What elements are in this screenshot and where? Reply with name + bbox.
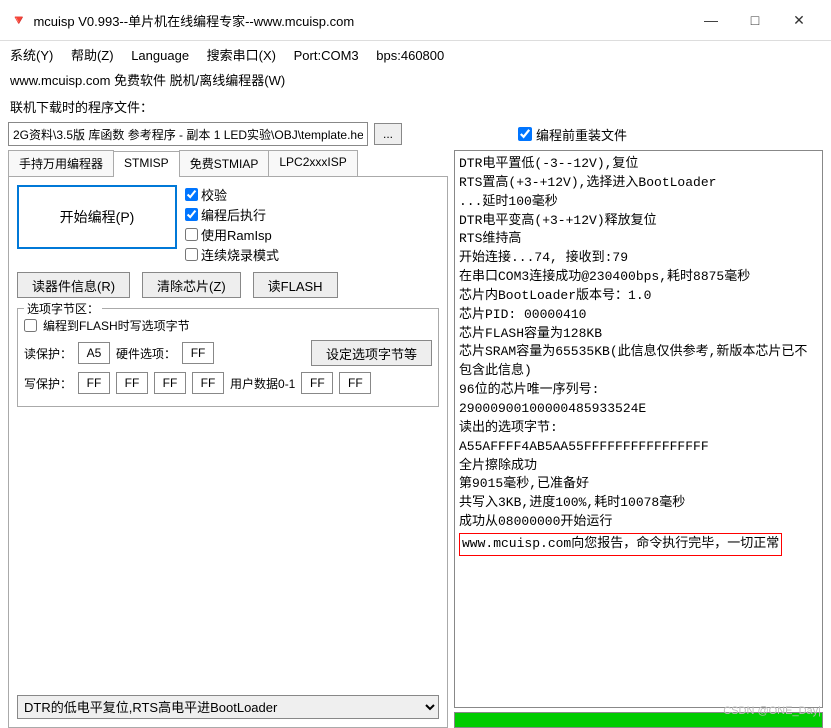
wp1-input[interactable] bbox=[116, 372, 148, 394]
flash-option-input[interactable] bbox=[24, 319, 37, 332]
erase-chip-button[interactable]: 清除芯片(Z) bbox=[142, 272, 241, 298]
menu-system[interactable]: 系统(Y) bbox=[10, 48, 53, 63]
maximize-button[interactable]: □ bbox=[733, 6, 777, 34]
ramisp-checkbox[interactable] bbox=[185, 228, 198, 241]
continuous-label: 连续烧录模式 bbox=[201, 245, 279, 264]
wp2-input[interactable] bbox=[154, 372, 186, 394]
sub-link[interactable]: www.mcuisp.com 免费软件 脱机/离线编程器(W) bbox=[0, 68, 831, 95]
reset-mode-combo[interactable]: DTR的低电平复位,RTS高电平进BootLoader bbox=[17, 695, 439, 719]
flash-option-checkbox[interactable]: 编程到FLASH时写选项字节 bbox=[24, 317, 432, 334]
wp0-input[interactable] bbox=[78, 372, 110, 394]
tab-handheld[interactable]: 手持万用编程器 bbox=[8, 150, 114, 176]
menu-help[interactable]: 帮助(Z) bbox=[71, 48, 114, 63]
option-group-title: 选项字节区： bbox=[24, 300, 102, 317]
menu-bar: 系统(Y) 帮助(Z) Language 搜索串口(X) Port:COM3 b… bbox=[0, 41, 831, 68]
hw-option-label: 硬件选项： bbox=[116, 345, 176, 362]
verify-label: 校验 bbox=[201, 185, 227, 204]
reader-info-button[interactable]: 读器件信息(R) bbox=[17, 272, 130, 298]
reload-checkbox-input[interactable] bbox=[518, 127, 532, 141]
log-output[interactable]: DTR电平置低(-3--12V),复位RTS置高(+3-+12V),选择进入Bo… bbox=[454, 150, 823, 708]
window-title: mcuisp V0.993--单片机在线编程专家--www.mcuisp.com bbox=[33, 11, 689, 30]
menu-search-port[interactable]: 搜索串口(X) bbox=[207, 48, 276, 63]
watermark: CSDN @ONE_Day| bbox=[723, 705, 821, 717]
continuous-checkbox[interactable] bbox=[185, 248, 198, 261]
wp3-input[interactable] bbox=[192, 372, 224, 394]
run-after-label: 编程后执行 bbox=[201, 205, 266, 224]
reload-checkbox[interactable]: 编程前重装文件 bbox=[518, 125, 627, 144]
write-protect-label: 写保护： bbox=[24, 375, 72, 392]
ud0-input[interactable] bbox=[301, 372, 333, 394]
close-button[interactable]: ✕ bbox=[777, 6, 821, 34]
tab-stmisp[interactable]: STMISP bbox=[113, 151, 180, 177]
tab-lpc[interactable]: LPC2xxxISP bbox=[268, 150, 357, 176]
ramisp-label: 使用RamIsp bbox=[201, 225, 272, 244]
read-protect-label: 读保护： bbox=[24, 345, 72, 362]
program-button[interactable]: 开始编程(P) bbox=[17, 185, 177, 249]
app-icon: 🔻 bbox=[10, 12, 27, 29]
verify-checkbox[interactable] bbox=[185, 188, 198, 201]
browse-button[interactable]: ... bbox=[374, 123, 402, 145]
menu-port[interactable]: Port:COM3 bbox=[294, 48, 359, 63]
flash-option-label: 编程到FLASH时写选项字节 bbox=[43, 317, 190, 334]
menu-bps[interactable]: bps:460800 bbox=[376, 48, 444, 63]
menu-language[interactable]: Language bbox=[131, 48, 189, 63]
user-data-label: 用户数据0-1 bbox=[230, 375, 295, 392]
run-after-checkbox[interactable] bbox=[185, 208, 198, 221]
tab-stmiap[interactable]: 免费STMIAP bbox=[179, 150, 270, 176]
set-option-button[interactable]: 设定选项字节等 bbox=[311, 340, 432, 366]
read-flash-button[interactable]: 读FLASH bbox=[253, 272, 338, 298]
read-protect-input[interactable] bbox=[78, 342, 110, 364]
file-label: 联机下载时的程序文件： bbox=[0, 95, 831, 118]
ud1-input[interactable] bbox=[339, 372, 371, 394]
minimize-button[interactable]: — bbox=[689, 6, 733, 34]
reload-label: 编程前重装文件 bbox=[536, 125, 627, 144]
file-path-input[interactable] bbox=[8, 122, 368, 146]
tab-bar: 手持万用编程器 STMISP 免费STMIAP LPC2xxxISP bbox=[8, 150, 448, 177]
hw-option-input[interactable] bbox=[182, 342, 214, 364]
